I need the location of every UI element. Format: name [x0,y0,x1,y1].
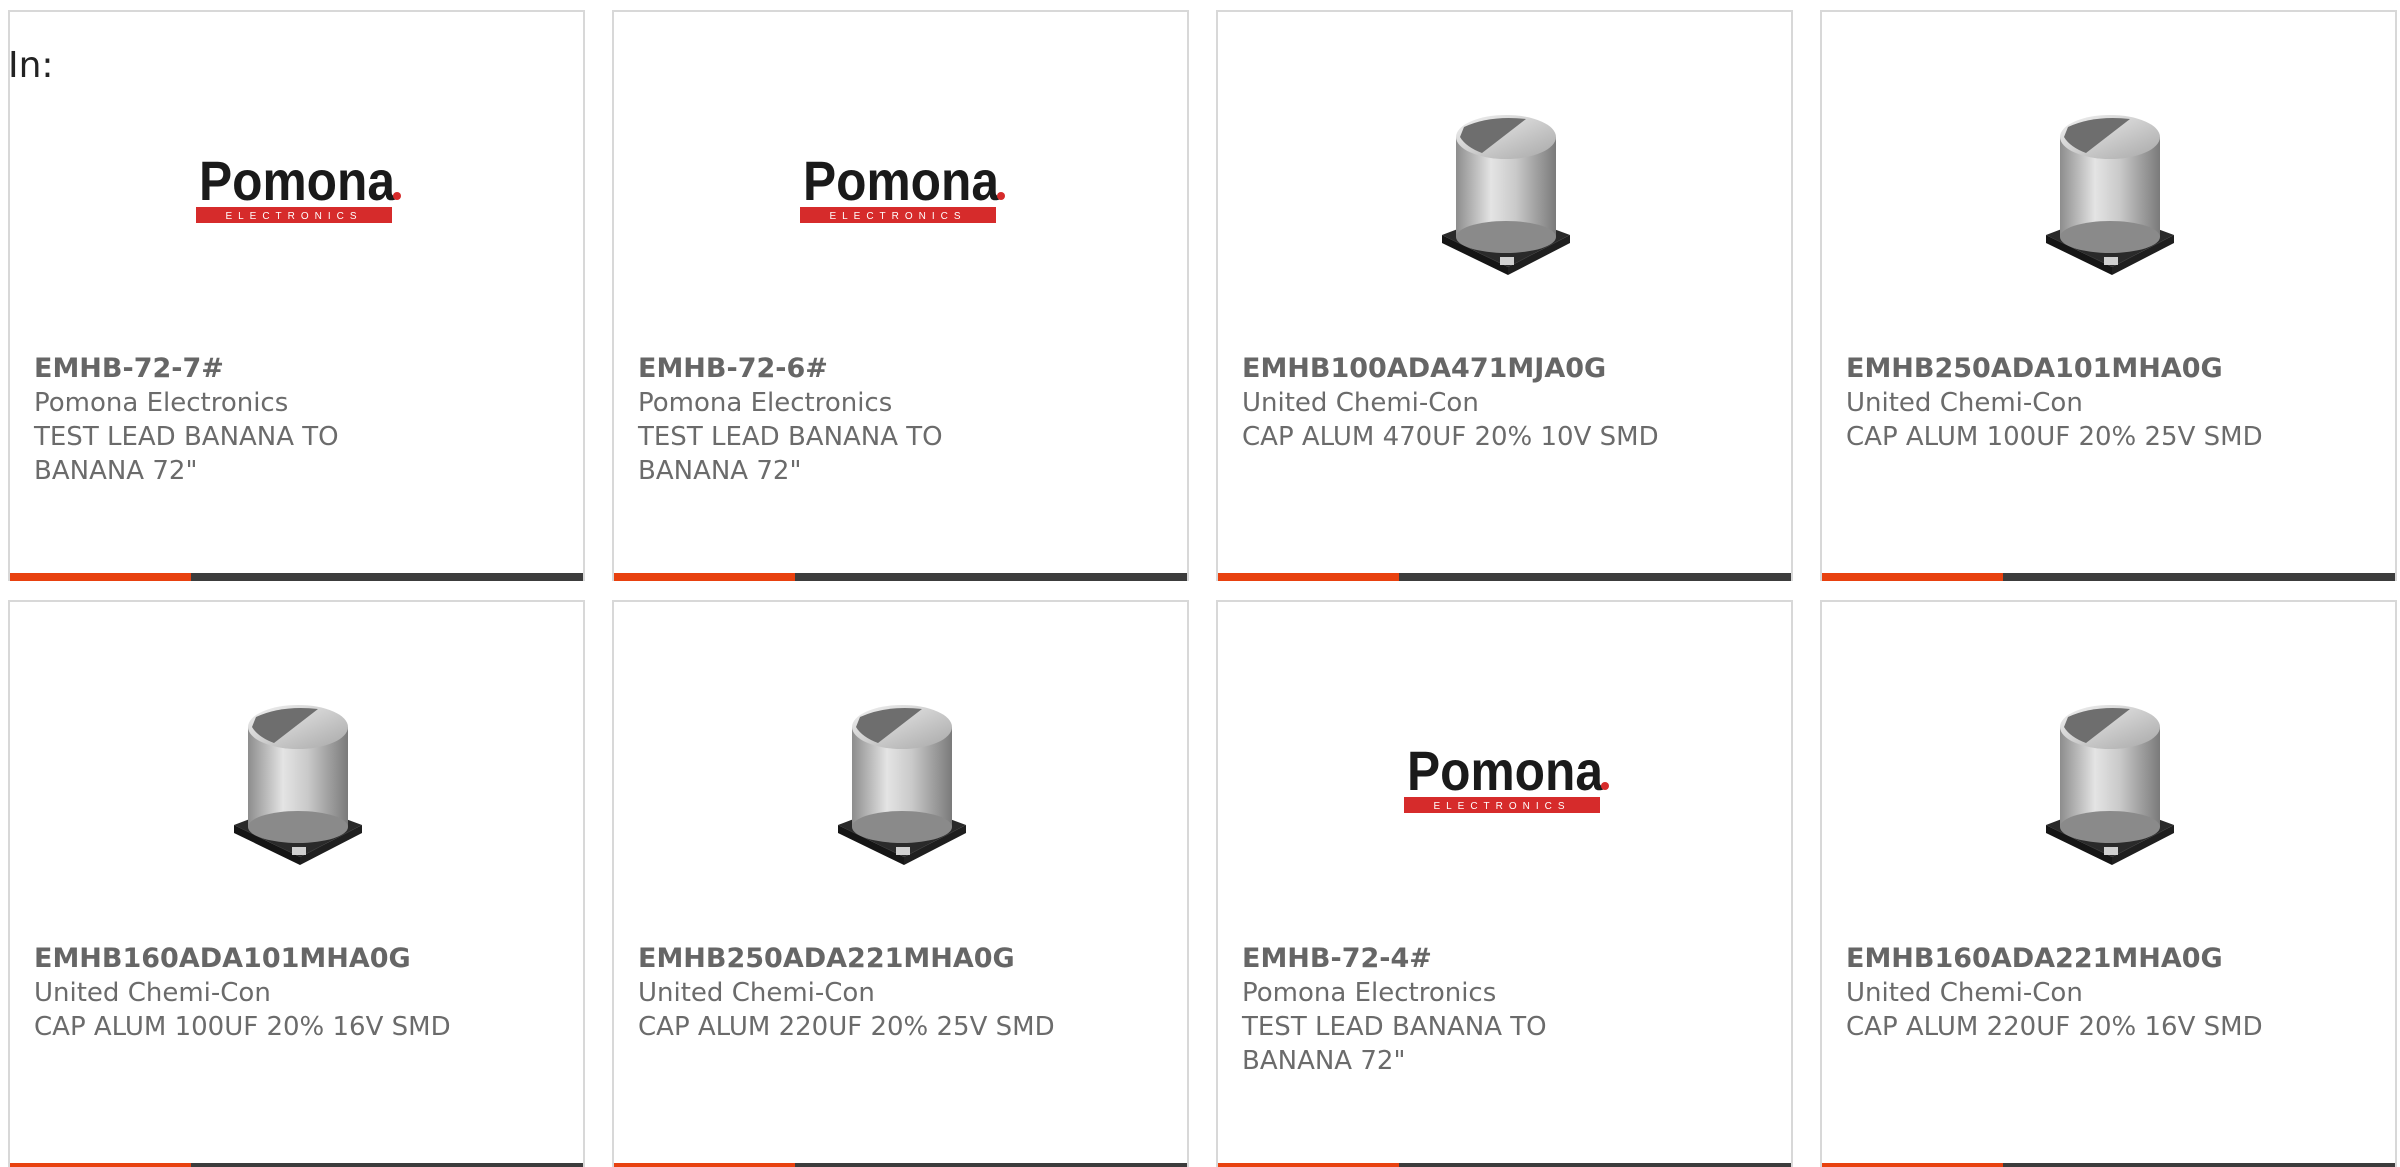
pomona-logo-subtitle: ELECTRONICS [829,211,966,222]
part-number[interactable]: EMHB250ADA221MHA0G [638,942,1078,976]
manufacturer-name: United Chemi-Con [1846,388,2083,418]
part-number[interactable]: EMHB-72-7# [34,352,474,386]
product-description: CAP ALUM 220UF 20% 25V SMD [638,1012,1055,1042]
product-description: CAP ALUM 220UF 20% 16V SMD [1846,1012,2263,1042]
manufacturer-name: Pomona Electronics [638,388,893,418]
card-footer-bar [10,573,583,581]
product-card[interactable]: EMHB160ADA221MHA0G United Chemi-Con CAP AL… [1820,600,2397,1167]
part-number[interactable]: EMHB-72-6# [638,352,1078,386]
part-number[interactable]: EMHB100ADA471MJA0G [1242,352,1682,386]
product-card[interactable]: Pomona ELECTRONICS EMHB-72-7# Pomona Electr… [8,10,585,581]
part-number[interactable]: EMHB160ADA101MHA0G [34,942,474,976]
product-card[interactable]: Pomona ELECTRONICS EMHB-72-4# Pomona Electr… [1216,600,1793,1167]
card-footer-bar [614,573,1187,581]
pomona-logo: PomonaELECTRONICS [1403,742,1609,813]
card-accent-stripe [10,573,191,581]
product-info: EMHB-72-6# Pomona Electronics TEST LEAD BA… [638,352,1078,488]
capacitor-image [233,705,362,865]
manufacturer-name: United Chemi-Con [34,978,271,1008]
product-info: EMHB-72-7# Pomona Electronics TEST LEAD BA… [34,352,474,488]
manufacturer-name: Pomona Electronics [34,388,289,418]
product-grid-page: In: Pomona ELECTRONICS EMHB-72-7# Pomona El… [0,0,2400,1167]
manufacturer-name: Pomona Electronics [1242,978,1497,1008]
manufacturer-name: United Chemi-Con [1846,978,2083,1008]
capacitor-image [837,705,966,865]
product-card[interactable]: EMHB100ADA471MJA0G United Chemi-Con CAP AL… [1216,10,1793,581]
product-card[interactable]: EMHB250ADA101MHA0G United Chemi-Con CAP AL… [1820,10,2397,581]
product-info: EMHB160ADA221MHA0G United Chemi-Con CAP AL… [1846,942,2286,1044]
product-image[interactable] [10,682,583,882]
product-info: EMHB100ADA471MJA0G United Chemi-Con CAP AL… [1242,352,1682,454]
card-footer-bar [10,1163,583,1167]
part-number[interactable]: EMHB250ADA101MHA0G [1846,352,2286,386]
product-info: EMHB250ADA221MHA0G United Chemi-Con CAP AL… [638,942,1078,1044]
pomona-logo-subtitle: ELECTRONICS [1433,801,1570,812]
pomona-logo-subtitle: ELECTRONICS [225,211,362,222]
product-description: TEST LEAD BANANA TO BANANA 72" [1242,1012,1547,1076]
product-description: TEST LEAD BANANA TO BANANA 72" [34,422,339,486]
product-card[interactable]: Pomona ELECTRONICS EMHB-72-6# Pomona Electr… [612,10,1189,581]
card-footer-bar [1218,1163,1791,1167]
pomona-logo-wordmark: Pomona [803,152,1000,212]
capacitor-image [2045,705,2174,865]
product-image[interactable] [614,682,1187,882]
product-image[interactable] [1822,92,2395,292]
product-info: EMHB250ADA101MHA0G United Chemi-Con CAP AL… [1846,352,2286,454]
card-accent-stripe [10,1163,191,1167]
product-description: CAP ALUM 100UF 20% 16V SMD [34,1012,451,1042]
product-description: CAP ALUM 470UF 20% 10V SMD [1242,422,1659,452]
product-card[interactable]: EMHB160ADA101MHA0G United Chemi-Con CAP AL… [8,600,585,1167]
card-accent-stripe [614,573,795,581]
card-accent-stripe [1218,1163,1399,1167]
pomona-logo-wordmark: Pomona [1407,742,1604,802]
product-description: TEST LEAD BANANA TO BANANA 72" [638,422,943,486]
product-image[interactable] [1218,92,1791,292]
card-accent-stripe [1218,573,1399,581]
card-footer-bar [1822,573,2395,581]
pomona-logo-wordmark: Pomona [199,152,396,212]
card-accent-stripe [614,1163,795,1167]
card-accent-stripe [1822,1163,2003,1167]
product-card[interactable]: EMHB250ADA221MHA0G United Chemi-Con CAP AL… [612,600,1189,1167]
manufacturer-name: United Chemi-Con [638,978,875,1008]
product-image[interactable]: Pomona ELECTRONICS [1218,682,1791,882]
product-info: EMHB-72-4# Pomona Electronics TEST LEAD BA… [1242,942,1682,1078]
capacitor-image [2045,115,2174,275]
pomona-logo: PomonaELECTRONICS [799,152,1005,223]
product-image[interactable]: Pomona ELECTRONICS [614,92,1187,292]
product-info: EMHB160ADA101MHA0G United Chemi-Con CAP AL… [34,942,474,1044]
product-image[interactable] [1822,682,2395,882]
capacitor-image [1441,115,1570,275]
manufacturer-name: United Chemi-Con [1242,388,1479,418]
pomona-logo: PomonaELECTRONICS [195,152,401,223]
filter-label: In: [8,45,54,86]
product-description: CAP ALUM 100UF 20% 25V SMD [1846,422,2263,452]
card-footer-bar [1218,573,1791,581]
card-footer-bar [614,1163,1187,1167]
product-image[interactable]: Pomona ELECTRONICS [10,92,583,292]
card-footer-bar [1822,1163,2395,1167]
card-accent-stripe [1822,573,2003,581]
part-number[interactable]: EMHB-72-4# [1242,942,1682,976]
part-number[interactable]: EMHB160ADA221MHA0G [1846,942,2286,976]
